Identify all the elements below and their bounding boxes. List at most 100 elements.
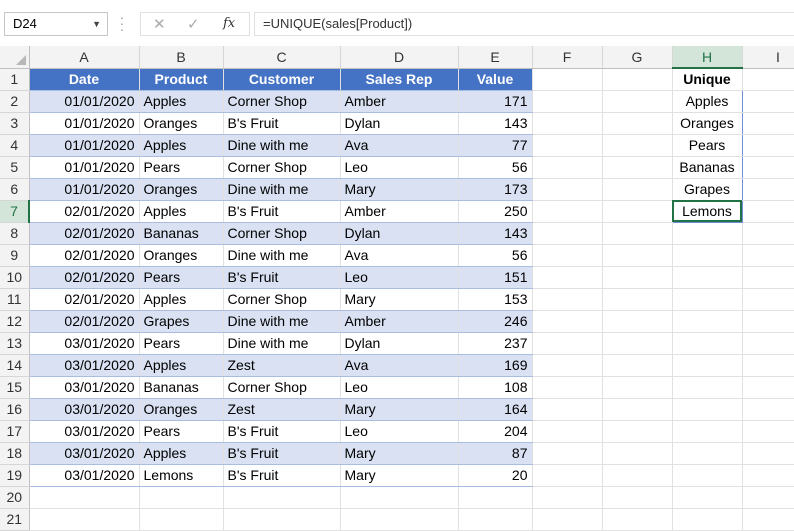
- table-cell[interactable]: Dine with me: [223, 332, 341, 355]
- table-cell[interactable]: Dine with me: [223, 134, 341, 157]
- cell-f2[interactable]: [532, 90, 603, 113]
- table-cell[interactable]: Zest: [223, 354, 341, 377]
- cell-c20[interactable]: [223, 486, 341, 509]
- row-header[interactable]: 15: [0, 376, 30, 399]
- cell-i19[interactable]: [742, 464, 794, 487]
- table-cell[interactable]: 171: [458, 90, 533, 113]
- table-cell[interactable]: Apples: [139, 200, 224, 223]
- table-header-cell[interactable]: Product: [139, 68, 224, 91]
- cell-i20[interactable]: [742, 486, 794, 509]
- cell-f7[interactable]: [532, 200, 603, 223]
- row-header[interactable]: 10: [0, 266, 30, 289]
- cell-g5[interactable]: [602, 156, 673, 179]
- cell-i18[interactable]: [742, 442, 794, 465]
- cell-g15[interactable]: [602, 376, 673, 399]
- cell-h9[interactable]: [672, 244, 743, 267]
- table-cell[interactable]: Dylan: [340, 332, 459, 355]
- table-cell[interactable]: 01/01/2020: [29, 112, 140, 135]
- row-header[interactable]: 12: [0, 310, 30, 333]
- table-header-cell[interactable]: Value: [458, 68, 533, 91]
- unique-value[interactable]: Pears: [671, 134, 743, 157]
- column-header-h[interactable]: H: [672, 46, 743, 69]
- table-cell[interactable]: Pears: [139, 420, 224, 443]
- cell-i4[interactable]: [742, 134, 794, 157]
- table-cell[interactable]: 01/01/2020: [29, 134, 140, 157]
- cell-i21[interactable]: [742, 508, 794, 531]
- table-cell[interactable]: 02/01/2020: [29, 288, 140, 311]
- row-header[interactable]: 2: [0, 90, 30, 113]
- cell-i14[interactable]: [742, 354, 794, 377]
- cell-g17[interactable]: [602, 420, 673, 443]
- row-header[interactable]: 5: [0, 156, 30, 179]
- cell-f21[interactable]: [532, 508, 603, 531]
- cell-i6[interactable]: [742, 178, 794, 201]
- column-header-i[interactable]: I: [742, 46, 794, 69]
- cell-b20[interactable]: [139, 486, 224, 509]
- table-cell[interactable]: Apples: [139, 442, 224, 465]
- table-cell[interactable]: Dylan: [340, 222, 459, 245]
- cell-g13[interactable]: [602, 332, 673, 355]
- column-header-a[interactable]: A: [29, 46, 140, 69]
- cell-h11[interactable]: [672, 288, 743, 311]
- table-cell[interactable]: Mary: [340, 288, 459, 311]
- row-header[interactable]: 3: [0, 112, 30, 135]
- table-cell[interactable]: 03/01/2020: [29, 354, 140, 377]
- table-cell[interactable]: B's Fruit: [223, 200, 341, 223]
- cell-i3[interactable]: [742, 112, 794, 135]
- table-cell[interactable]: 153: [458, 288, 533, 311]
- cell-g14[interactable]: [602, 354, 673, 377]
- drag-handle-icon[interactable]: · · ·: [119, 10, 125, 36]
- table-cell[interactable]: Apples: [139, 90, 224, 113]
- column-header-d[interactable]: D: [340, 46, 459, 69]
- cell-h12[interactable]: [672, 310, 743, 333]
- table-cell[interactable]: Bananas: [139, 376, 224, 399]
- cell-h10[interactable]: [672, 266, 743, 289]
- cell-g6[interactable]: [602, 178, 673, 201]
- cell-g4[interactable]: [602, 134, 673, 157]
- cell-d21[interactable]: [340, 508, 459, 531]
- cell-f13[interactable]: [532, 332, 603, 355]
- cell-f6[interactable]: [532, 178, 603, 201]
- table-cell[interactable]: B's Fruit: [223, 420, 341, 443]
- cell-f8[interactable]: [532, 222, 603, 245]
- table-cell[interactable]: 164: [458, 398, 533, 421]
- table-cell[interactable]: 03/01/2020: [29, 332, 140, 355]
- cell-e21[interactable]: [458, 508, 533, 531]
- table-cell[interactable]: Corner Shop: [223, 90, 341, 113]
- cell-f17[interactable]: [532, 420, 603, 443]
- cell-g3[interactable]: [602, 112, 673, 135]
- table-cell[interactable]: 01/01/2020: [29, 156, 140, 179]
- table-cell[interactable]: 151: [458, 266, 533, 289]
- row-header[interactable]: 11: [0, 288, 30, 311]
- cell-h21[interactable]: [672, 508, 743, 531]
- table-cell[interactable]: Oranges: [139, 244, 224, 267]
- cell-h20[interactable]: [672, 486, 743, 509]
- table-cell[interactable]: 143: [458, 222, 533, 245]
- row-header[interactable]: 1: [0, 68, 30, 91]
- cell-i1[interactable]: [742, 68, 794, 91]
- cell-g21[interactable]: [602, 508, 673, 531]
- cell-h13[interactable]: [672, 332, 743, 355]
- unique-value[interactable]: Bananas: [671, 156, 743, 179]
- cell-h18[interactable]: [672, 442, 743, 465]
- table-cell[interactable]: 03/01/2020: [29, 442, 140, 465]
- table-cell[interactable]: Dine with me: [223, 310, 341, 333]
- table-cell[interactable]: 01/01/2020: [29, 178, 140, 201]
- cell-g10[interactable]: [602, 266, 673, 289]
- table-cell[interactable]: Mary: [340, 178, 459, 201]
- table-cell[interactable]: B's Fruit: [223, 112, 341, 135]
- cell-f18[interactable]: [532, 442, 603, 465]
- cell-f20[interactable]: [532, 486, 603, 509]
- table-cell[interactable]: Corner Shop: [223, 222, 341, 245]
- table-cell[interactable]: Ava: [340, 134, 459, 157]
- table-cell[interactable]: Dine with me: [223, 244, 341, 267]
- table-cell[interactable]: 143: [458, 112, 533, 135]
- cell-h17[interactable]: [672, 420, 743, 443]
- table-cell[interactable]: B's Fruit: [223, 266, 341, 289]
- column-header-g[interactable]: G: [602, 46, 673, 69]
- cell-f12[interactable]: [532, 310, 603, 333]
- cell-i9[interactable]: [742, 244, 794, 267]
- column-header-e[interactable]: E: [458, 46, 533, 69]
- table-cell[interactable]: Apples: [139, 134, 224, 157]
- table-cell[interactable]: Ava: [340, 354, 459, 377]
